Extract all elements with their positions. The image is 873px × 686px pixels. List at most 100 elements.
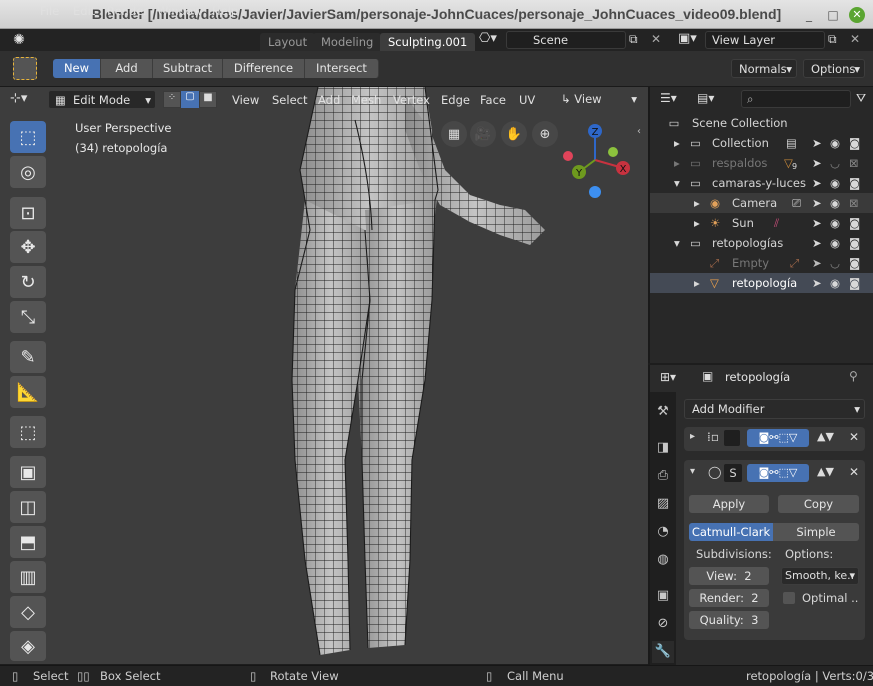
select-arrow-icon[interactable]: ➤: [812, 253, 822, 273]
render-levels-field[interactable]: Render: 2: [689, 589, 769, 607]
eye-icon[interactable]: ◉: [830, 193, 840, 213]
orientation-dropdown[interactable]: Normals ▾: [731, 59, 797, 78]
display-mode-icon[interactable]: ▤▾: [697, 91, 714, 105]
select-arrow-icon[interactable]: ➤: [812, 133, 822, 153]
viewport-menu-uv[interactable]: UV: [519, 92, 535, 108]
edge-select-icon[interactable]: ▢: [181, 91, 199, 108]
camera-render-icon[interactable]: ◙: [849, 133, 860, 153]
camera-render-icon[interactable]: ◙: [849, 233, 860, 253]
camera-view-icon[interactable]: 🎥: [470, 121, 496, 147]
eye-closed-icon[interactable]: ◡: [830, 153, 840, 173]
tool-poly-build[interactable]: ◈: [10, 631, 46, 661]
remove-modifier-icon[interactable]: ✕: [849, 430, 859, 444]
collapse-icon[interactable]: ▾: [674, 173, 680, 193]
remove-modifier-icon[interactable]: ✕: [849, 465, 859, 479]
eye-closed-icon[interactable]: ◡: [830, 253, 840, 273]
tool-cursor[interactable]: ◎: [10, 156, 46, 188]
outliner-row-respaldos[interactable]: ▸ ▭ respaldos ▽ 9 ➤ ◡ ⊠: [650, 153, 873, 173]
properties-editor-icon[interactable]: ⊞▾: [660, 370, 676, 384]
maximize-icon[interactable]: □: [825, 7, 841, 23]
scene-selector-icon[interactable]: ⎔▾: [479, 31, 497, 46]
outliner-row-empty[interactable]: ⤢ Empty ⤢ ➤ ◡ ◙: [650, 253, 873, 273]
filter-icon[interactable]: ⛛: [856, 91, 866, 106]
minimize-icon[interactable]: _: [801, 7, 817, 23]
tool-knife[interactable]: ◇: [10, 596, 46, 628]
move-up-down-icon[interactable]: ▲▼: [817, 465, 834, 478]
new-view-layer-icon[interactable]: ⧉: [828, 32, 837, 47]
tab-view-layer[interactable]: ▨: [652, 493, 674, 515]
copy-button[interactable]: Copy: [778, 495, 859, 513]
menu-window[interactable]: Window: [157, 3, 202, 19]
menu-edit[interactable]: Edit: [73, 3, 95, 19]
outliner-row-camera[interactable]: ▸ ◉ Camera ⎚ ➤ ◉ ⊠: [650, 193, 873, 213]
expand-icon[interactable]: ▸: [674, 153, 680, 173]
add-modifier-dropdown[interactable]: Add Modifier ▾: [684, 399, 865, 419]
camera-render-icon[interactable]: ◙: [849, 273, 860, 293]
close-icon[interactable]: ✕: [849, 7, 865, 23]
pin-icon[interactable]: ⚲: [849, 369, 858, 383]
outliner-search-input[interactable]: ⌕: [741, 90, 851, 108]
sidebar-toggle-icon[interactable]: ‹: [637, 126, 641, 137]
transform-orientation-dropdown[interactable]: ↳ View ▾: [561, 91, 639, 108]
mode-add-button[interactable]: Add: [101, 59, 153, 78]
menu-render[interactable]: Render: [107, 3, 148, 19]
outliner-row-retopologia[interactable]: ▸ ▽ retopología ➤ ◉ ◙: [650, 273, 873, 293]
camera-render-icon[interactable]: ◙: [849, 213, 860, 233]
view-layer-field[interactable]: View Layer: [705, 31, 825, 49]
collapse-icon[interactable]: ▾: [690, 466, 695, 477]
tool-annotate[interactable]: ✎: [10, 341, 46, 373]
simple-button[interactable]: Simple: [773, 523, 859, 541]
select-arrow-icon[interactable]: ➤: [812, 233, 822, 253]
apply-button[interactable]: Apply: [689, 495, 769, 513]
vertex-select-icon[interactable]: ⁘: [163, 91, 181, 108]
camera-render-icon[interactable]: ◙: [849, 253, 860, 273]
select-arrow-icon[interactable]: ➤: [812, 273, 822, 293]
viewport-menu-add[interactable]: Add: [318, 92, 340, 108]
mode-difference-button[interactable]: Difference: [223, 59, 305, 78]
delete-scene-icon[interactable]: ✕: [651, 32, 661, 46]
tab-world[interactable]: ◍: [652, 549, 674, 571]
select-arrow-icon[interactable]: ➤: [812, 173, 822, 193]
modifier-visibility-toggles[interactable]: ◙⚯⬚▽: [747, 464, 809, 482]
tab-constraints[interactable]: ⊘: [652, 613, 674, 635]
outliner-row-scene-collection[interactable]: ▭ Scene Collection: [650, 113, 873, 133]
tool-bevel[interactable]: ⬒: [10, 526, 46, 558]
tool-translate[interactable]: ✥: [10, 231, 46, 263]
tab-layout[interactable]: Layout: [260, 33, 316, 51]
tab-render[interactable]: ◨: [652, 437, 674, 459]
viewport-menu-select[interactable]: Select: [272, 92, 307, 108]
expand-icon[interactable]: ▸: [694, 193, 700, 213]
eye-icon[interactable]: ◉: [830, 133, 840, 153]
optimal-display-checkbox[interactable]: [783, 592, 795, 604]
expand-icon[interactable]: ▸: [694, 213, 700, 233]
modifier-name-field[interactable]: [724, 430, 740, 446]
camera-render-disabled-icon[interactable]: ⊠: [849, 153, 859, 173]
eye-icon[interactable]: ◉: [830, 213, 840, 233]
view-layer-icon[interactable]: ▣▾: [678, 31, 697, 46]
blender-logo-icon[interactable]: ✺: [10, 31, 28, 49]
eye-icon[interactable]: ◉: [830, 233, 840, 253]
face-select-icon[interactable]: ■: [199, 91, 217, 108]
tab-scene[interactable]: ◔: [652, 521, 674, 543]
tab-output[interactable]: ⎙: [652, 465, 674, 487]
mode-subtract-button[interactable]: Subtract: [153, 59, 223, 78]
quality-field[interactable]: Quality: 3: [689, 611, 769, 629]
expand-icon[interactable]: ▸: [674, 133, 680, 153]
tab-modeling[interactable]: Modeling: [313, 33, 382, 51]
outliner-row-sun[interactable]: ▸ ☀ Sun ⫽ ➤ ◉ ◙: [650, 213, 873, 233]
select-arrow-icon[interactable]: ➤: [812, 193, 822, 213]
delete-view-layer-icon[interactable]: ✕: [850, 32, 860, 46]
tab-modifiers[interactable]: 🔧: [652, 641, 674, 663]
pan-hand-icon[interactable]: ✋: [501, 121, 527, 147]
viewport-menu-edge[interactable]: Edge: [441, 92, 470, 108]
viewport-menu-mesh[interactable]: Mesh: [351, 92, 381, 108]
mode-intersect-button[interactable]: Intersect: [305, 59, 379, 78]
tab-object[interactable]: ▣: [652, 585, 674, 607]
editor-type-icon[interactable]: ⊹▾: [10, 91, 27, 106]
edit-mode-dropdown[interactable]: ▦ Edit Mode ▾: [48, 90, 156, 109]
tab-sculpting[interactable]: Sculpting.001: [380, 33, 476, 51]
uv-smooth-dropdown[interactable]: Smooth, ke.. ▾: [781, 567, 859, 585]
tool-scale[interactable]: ⤡: [10, 301, 46, 333]
modifier-name-field[interactable]: S: [724, 464, 742, 482]
tool-extrude[interactable]: ▣: [10, 456, 46, 488]
